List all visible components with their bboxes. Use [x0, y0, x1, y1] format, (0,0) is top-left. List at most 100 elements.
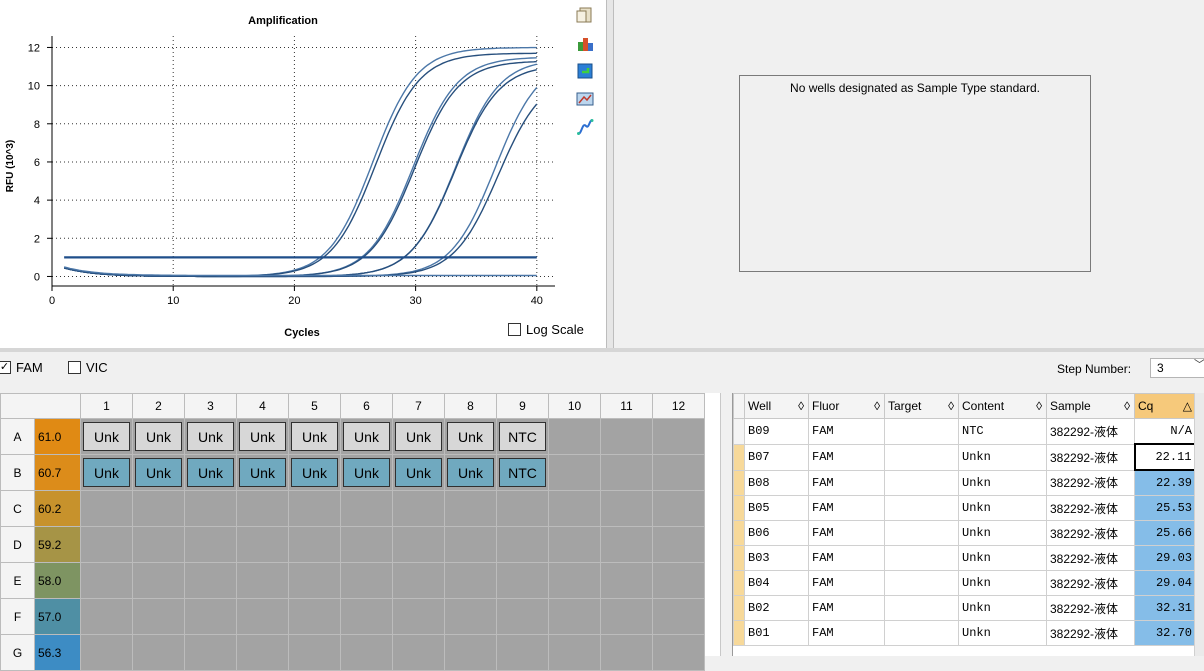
plate-well[interactable] — [184, 598, 237, 635]
plate-row-header[interactable]: F — [0, 598, 35, 635]
cell-target[interactable] — [884, 418, 959, 445]
plate-well[interactable] — [80, 526, 133, 563]
plate-well[interactable]: Unk — [392, 454, 445, 491]
plate-well[interactable] — [340, 562, 393, 599]
well-content[interactable]: NTC — [499, 458, 546, 487]
plate-well[interactable] — [392, 598, 445, 635]
plate-well[interactable] — [600, 562, 653, 599]
sort-icon[interactable]: ◊ — [874, 399, 880, 413]
table-row[interactable]: B02 FAM Unkn 382292-液体 32.31 — [733, 595, 1197, 621]
plate-well[interactable]: NTC — [496, 418, 549, 455]
sort-icon[interactable]: ◊ — [1124, 399, 1130, 413]
plate-corner[interactable] — [0, 393, 81, 419]
cell-sample[interactable]: 382292-液体 — [1046, 545, 1135, 571]
plate-results-splitter[interactable] — [720, 393, 732, 656]
vertical-splitter[interactable] — [606, 0, 614, 348]
cell-sample[interactable]: 382292-液体 — [1046, 620, 1135, 646]
plate-well[interactable]: Unk — [80, 454, 133, 491]
row-indicator[interactable] — [733, 469, 745, 496]
cell-well[interactable]: B08 — [744, 469, 809, 496]
plate-well[interactable] — [496, 526, 549, 563]
log-scale-checkbox[interactable] — [508, 323, 521, 336]
plate-row-header[interactable]: G — [0, 634, 35, 671]
plate-well[interactable] — [652, 490, 705, 527]
plate-well[interactable] — [548, 526, 601, 563]
plate-well[interactable] — [288, 598, 341, 635]
column-header-target[interactable]: Target ◊ — [884, 393, 959, 419]
plate-well[interactable] — [80, 490, 133, 527]
cell-cq[interactable]: N/A — [1134, 418, 1197, 445]
cell-fluor[interactable]: FAM — [808, 595, 885, 621]
sort-icon[interactable]: ◊ — [1036, 399, 1042, 413]
plate-well[interactable] — [548, 634, 601, 671]
cell-fluor[interactable]: FAM — [808, 620, 885, 646]
plate-column-header[interactable]: 4 — [236, 393, 289, 419]
plate-well[interactable] — [444, 562, 497, 599]
cell-well[interactable]: B03 — [744, 545, 809, 571]
plate-well[interactable]: Unk — [80, 418, 133, 455]
plate-well[interactable] — [288, 562, 341, 599]
well-content[interactable]: Unk — [187, 422, 234, 451]
well-content[interactable]: Unk — [291, 422, 338, 451]
cell-well[interactable]: B01 — [744, 620, 809, 646]
fluor-vic-checkbox[interactable] — [68, 361, 81, 374]
cell-fluor[interactable]: FAM — [808, 545, 885, 571]
plate-column-header[interactable]: 10 — [548, 393, 601, 419]
plate-well[interactable] — [236, 526, 289, 563]
plate-well[interactable]: Unk — [236, 418, 289, 455]
cell-content[interactable]: NTC — [958, 418, 1047, 445]
table-row[interactable]: B08 FAM Unkn 382292-液体 22.39 — [733, 469, 1197, 496]
cell-well[interactable]: B06 — [744, 520, 809, 546]
cell-cq[interactable]: 29.03 — [1134, 545, 1197, 571]
well-content[interactable]: Unk — [239, 422, 286, 451]
cell-cq[interactable]: 22.39 — [1134, 469, 1197, 496]
table-row[interactable]: B03 FAM Unkn 382292-液体 29.03 — [733, 545, 1197, 571]
plate-well[interactable]: Unk — [184, 418, 237, 455]
well-content[interactable]: NTC — [499, 422, 546, 451]
plate-well[interactable]: Unk — [444, 454, 497, 491]
well-content[interactable]: Unk — [135, 458, 182, 487]
plate-row-header[interactable]: A — [0, 418, 35, 455]
plate-well[interactable] — [288, 526, 341, 563]
plate-well[interactable] — [548, 418, 601, 455]
plate-well[interactable] — [132, 634, 185, 671]
plate-well[interactable] — [340, 490, 393, 527]
plate-well[interactable] — [392, 634, 445, 671]
cell-sample[interactable]: 382292-液体 — [1046, 520, 1135, 546]
plate-well[interactable] — [236, 598, 289, 635]
plate-row-header[interactable]: B — [0, 454, 35, 491]
plate-well[interactable] — [236, 562, 289, 599]
cell-fluor[interactable]: FAM — [808, 570, 885, 596]
row-indicator[interactable] — [733, 545, 745, 571]
well-content[interactable]: Unk — [83, 422, 130, 451]
cell-well[interactable]: B09 — [744, 418, 809, 445]
plate-well[interactable] — [392, 562, 445, 599]
log-scale-toggle[interactable]: Log Scale — [508, 322, 584, 337]
plate-well[interactable] — [288, 490, 341, 527]
plate-well[interactable] — [496, 598, 549, 635]
cell-content[interactable]: Unkn — [958, 469, 1047, 496]
plate-well[interactable] — [496, 634, 549, 671]
well-content[interactable]: Unk — [239, 458, 286, 487]
column-header-content[interactable]: Content ◊ — [958, 393, 1047, 419]
cell-target[interactable] — [884, 495, 959, 521]
plate-well[interactable] — [652, 526, 705, 563]
cell-cq[interactable]: 22.11 — [1133, 443, 1198, 471]
plate-well[interactable] — [444, 634, 497, 671]
cell-cq[interactable]: 25.66 — [1134, 520, 1197, 546]
plate-well[interactable] — [444, 598, 497, 635]
table-row[interactable]: B07 FAM Unkn 382292-液体 22.11 — [733, 443, 1198, 471]
row-indicator[interactable] — [733, 495, 745, 521]
cell-cq[interactable]: 29.04 — [1134, 570, 1197, 596]
plate-well[interactable]: Unk — [132, 454, 185, 491]
plate-well[interactable] — [80, 562, 133, 599]
plate-well[interactable]: Unk — [288, 418, 341, 455]
well-content[interactable]: Unk — [187, 458, 234, 487]
plate-well[interactable] — [80, 634, 133, 671]
plate-well[interactable] — [496, 490, 549, 527]
sort-icon[interactable]: △ — [1183, 399, 1192, 413]
cell-fluor[interactable]: FAM — [808, 418, 885, 445]
cell-content[interactable]: Unkn — [958, 545, 1047, 571]
curve-icon[interactable] — [574, 116, 596, 138]
row-indicator[interactable] — [733, 418, 745, 445]
